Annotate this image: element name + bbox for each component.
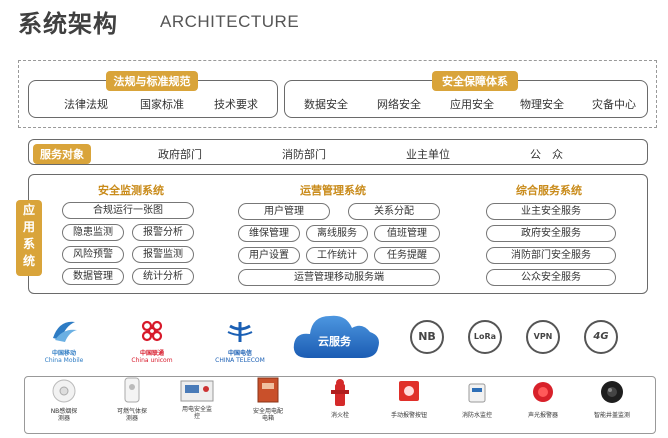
operations-title: 运营管理系统: [300, 184, 366, 197]
regulation-tag: 法规与标准规范: [106, 71, 198, 91]
nb-label: NB: [418, 330, 436, 343]
manual-alarm-device: 手动报警按钮: [384, 380, 434, 419]
china-telecom-logo: 中国电信 CHINA TELECOM: [214, 318, 266, 364]
service-targets-tag: 服务对象: [33, 144, 91, 164]
app-system-tag-label: 应用系统: [22, 203, 35, 268]
service-target-item: 业主单位: [406, 148, 450, 161]
china-mobile-icon: [53, 321, 77, 342]
security-item: 灾备中心: [592, 98, 636, 111]
security-item: 网络安全: [377, 98, 421, 111]
manhole-monitor-device: 智能井盖监测: [586, 380, 638, 419]
china-unicom-logo: 中国联通 China unicom: [128, 318, 176, 364]
lora-icon: LoRa: [468, 320, 502, 354]
monitoring-title: 安全监测系统: [98, 184, 164, 197]
integrated-item: 业主安全服务: [486, 203, 616, 220]
operations-item: 任务提醒: [374, 247, 440, 264]
monitoring-item: 统计分析: [132, 268, 194, 285]
distribution-box-icon: [257, 377, 279, 403]
lora-label: LoRa: [473, 332, 497, 341]
integrated-item: 公众安全服务: [486, 269, 616, 286]
security-item: 数据安全: [304, 98, 348, 111]
gas-detector-icon: [124, 377, 140, 403]
alarm-button-icon: [399, 381, 419, 401]
sound-light-alarm-icon: [533, 382, 553, 402]
security-item: 应用安全: [450, 98, 494, 111]
device-label: 声光报警器: [527, 412, 558, 419]
power-monitor-icon: [180, 380, 214, 402]
operations-item: 用户设置: [238, 247, 300, 264]
regulation-item: 技术要求: [214, 98, 258, 111]
china-mobile-logo: 中国移动 China Mobile: [40, 318, 88, 364]
device-label: NB感烟探测器: [50, 408, 78, 422]
page-subtitle: ARCHITECTURE: [160, 12, 300, 31]
monitoring-item: 报警监测: [132, 246, 194, 263]
device-label: 手动报警按钮: [390, 412, 427, 419]
integrated-item: 政府安全服务: [486, 225, 616, 242]
water-monitor-device: 消防水监控: [452, 382, 502, 419]
sound-light-alarm-device: 声光报警器: [518, 380, 568, 419]
operations-item: 离线服务: [306, 225, 368, 242]
operations-item: 用户管理: [238, 203, 330, 220]
regulation-item: 国家标准: [140, 98, 184, 111]
hydrant-device: 消火栓: [318, 378, 362, 419]
operations-item: 运营管理移动服务端: [238, 269, 440, 286]
regulation-item: 法律法规: [64, 98, 108, 111]
4g-label: 4G: [593, 331, 609, 342]
4g-icon: 4G: [584, 320, 618, 354]
monitoring-item: 数据管理: [62, 268, 124, 285]
monitoring-item: 隐患监测: [62, 224, 124, 241]
hydrant-icon: [331, 379, 349, 406]
operations-item: 值班管理: [374, 225, 440, 242]
power-monitor-device: 用电安全监控: [174, 380, 220, 420]
page-title: 系统架构: [18, 10, 118, 38]
monitoring-item: 风险预警: [62, 246, 124, 263]
manhole-monitor-icon: [601, 381, 623, 403]
china-unicom-icon: [141, 320, 163, 342]
operations-item: 维保管理: [238, 225, 300, 242]
operations-item: 工作统计: [306, 247, 368, 264]
device-label: 智能井盖监测: [593, 412, 630, 419]
service-target-item: 公 众: [530, 148, 563, 161]
water-monitor-icon: [468, 383, 486, 403]
monitoring-item: 合规运行一张图: [62, 202, 194, 219]
app-system-tag: 应用系统: [16, 200, 42, 276]
device-label: 安全用电配电箱: [252, 408, 283, 422]
china-telecom-en: CHINA TELECOM: [215, 357, 265, 364]
cloud-label: 云服务: [318, 335, 351, 348]
operations-item: 关系分配: [348, 203, 440, 220]
monitoring-item: 报警分析: [132, 224, 194, 241]
service-target-item: 政府部门: [158, 148, 202, 161]
china-telecom-icon: [227, 322, 253, 342]
china-unicom-en: China unicom: [131, 357, 173, 364]
china-telecom-label: 中国电信: [227, 350, 252, 357]
device-label: 用电安全监控: [182, 406, 213, 420]
china-mobile-label: 中国移动: [51, 350, 76, 357]
smoke-detector-device: NB感烟探测器: [42, 378, 86, 422]
china-unicom-label: 中国联通: [139, 350, 164, 357]
vpn-icon: VPN: [526, 320, 560, 354]
gas-detector-device: 可燃气体探测器: [110, 376, 154, 422]
device-label: 消防水监控: [461, 412, 492, 419]
device-label: 可燃气体探测器: [117, 408, 148, 422]
china-mobile-en: China Mobile: [44, 357, 84, 364]
integrated-title: 综合服务系统: [516, 184, 582, 197]
smoke-detector-icon: [52, 379, 76, 403]
security-item: 物理安全: [520, 98, 564, 111]
integrated-item: 消防部门安全服务: [486, 247, 616, 264]
vpn-label: VPN: [533, 332, 553, 341]
service-target-item: 消防部门: [282, 148, 326, 161]
security-tag: 安全保障体系: [432, 71, 518, 91]
device-label: 消火栓: [330, 412, 349, 419]
distribution-box-device: 安全用电配电箱: [244, 376, 292, 422]
nb-icon: NB: [410, 320, 444, 354]
